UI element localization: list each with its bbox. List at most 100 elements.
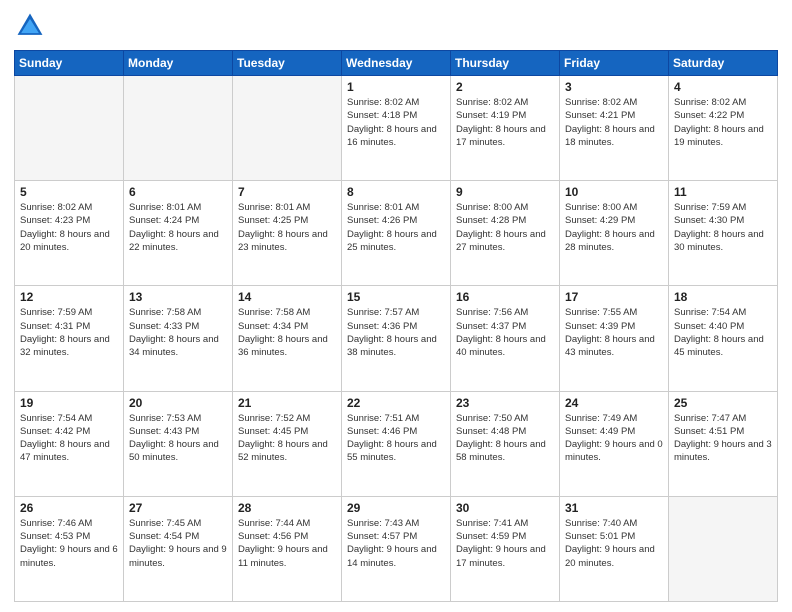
day-number: 21 [238,396,336,410]
calendar-cell: 11 Sunrise: 7:59 AM Sunset: 4:30 PM Dayli… [669,181,778,286]
day-info: Sunrise: 7:55 AM Sunset: 4:39 PM Dayligh… [565,306,663,359]
day-number: 8 [347,185,445,199]
day-info: Sunrise: 8:02 AM Sunset: 4:23 PM Dayligh… [20,201,118,254]
day-info: Sunrise: 7:50 AM Sunset: 4:48 PM Dayligh… [456,412,554,465]
calendar-cell: 2Sunrise: 8:02 AM Sunset: 4:19 PM Daylig… [451,76,560,181]
day-number: 28 [238,501,336,515]
calendar-cell: 20 Sunrise: 7:53 AM Sunset: 4:43 PM Dayli… [124,391,233,496]
day-info: Sunrise: 8:02 AM Sunset: 4:22 PM Dayligh… [674,96,772,149]
day-info: Sunrise: 7:56 AM Sunset: 4:37 PM Dayligh… [456,306,554,359]
calendar-cell: 9Sunrise: 8:00 AM Sunset: 4:28 PM Daylig… [451,181,560,286]
calendar-cell: 26Sunrise: 7:46 AM Sunset: 4:53 PM Dayli… [15,496,124,601]
calendar-cell: 30Sunrise: 7:41 AM Sunset: 4:59 PM Dayli… [451,496,560,601]
day-number: 22 [347,396,445,410]
calendar-cell: 10 Sunrise: 8:00 AM Sunset: 4:29 PM Dayli… [560,181,669,286]
calendar-cell: 1 Sunrise: 8:02 AM Sunset: 4:18 PM Daylig… [342,76,451,181]
day-info: Sunrise: 7:51 AM Sunset: 4:46 PM Dayligh… [347,412,445,465]
day-info: Sunrise: 7:58 AM Sunset: 4:33 PM Dayligh… [129,306,227,359]
weekday-wednesday: Wednesday [342,51,451,76]
day-number: 12 [20,290,118,304]
calendar-cell: 12 Sunrise: 7:59 AM Sunset: 4:31 PM Dayli… [15,286,124,391]
day-number: 7 [238,185,336,199]
calendar-cell [124,76,233,181]
day-info: Sunrise: 7:59 AM Sunset: 4:30 PM Dayligh… [674,201,772,254]
day-info: Sunrise: 7:54 AM Sunset: 4:42 PM Dayligh… [20,412,118,465]
day-info: Sunrise: 7:52 AM Sunset: 4:45 PM Dayligh… [238,412,336,465]
calendar-cell: 25Sunrise: 7:47 AM Sunset: 4:51 PM Dayli… [669,391,778,496]
calendar-cell: 18 Sunrise: 7:54 AM Sunset: 4:40 PM Dayli… [669,286,778,391]
calendar-cell: 8 Sunrise: 8:01 AM Sunset: 4:26 PM Daylig… [342,181,451,286]
calendar-cell [15,76,124,181]
day-info: Sunrise: 8:02 AM Sunset: 4:18 PM Dayligh… [347,96,445,149]
calendar-cell [669,496,778,601]
calendar-week-2: 12 Sunrise: 7:59 AM Sunset: 4:31 PM Dayli… [15,286,778,391]
calendar-cell: 29Sunrise: 7:43 AM Sunset: 4:57 PM Dayli… [342,496,451,601]
weekday-monday: Monday [124,51,233,76]
day-number: 6 [129,185,227,199]
day-number: 13 [129,290,227,304]
day-number: 19 [20,396,118,410]
calendar-cell: 22 Sunrise: 7:51 AM Sunset: 4:46 PM Dayli… [342,391,451,496]
calendar-cell: 28 Sunrise: 7:44 AM Sunset: 4:56 PM Dayli… [233,496,342,601]
calendar-cell: 27 Sunrise: 7:45 AM Sunset: 4:54 PM Dayli… [124,496,233,601]
calendar-header: SundayMondayTuesdayWednesdayThursdayFrid… [15,51,778,76]
day-number: 26 [20,501,118,515]
header [14,10,778,42]
day-info: Sunrise: 8:01 AM Sunset: 4:26 PM Dayligh… [347,201,445,254]
day-info: Sunrise: 7:53 AM Sunset: 4:43 PM Dayligh… [129,412,227,465]
day-info: Sunrise: 8:01 AM Sunset: 4:25 PM Dayligh… [238,201,336,254]
day-number: 20 [129,396,227,410]
weekday-friday: Friday [560,51,669,76]
calendar-cell: 31Sunrise: 7:40 AM Sunset: 5:01 PM Dayli… [560,496,669,601]
day-info: Sunrise: 8:01 AM Sunset: 4:24 PM Dayligh… [129,201,227,254]
calendar-week-4: 26Sunrise: 7:46 AM Sunset: 4:53 PM Dayli… [15,496,778,601]
weekday-sunday: Sunday [15,51,124,76]
day-info: Sunrise: 7:58 AM Sunset: 4:34 PM Dayligh… [238,306,336,359]
day-info: Sunrise: 7:47 AM Sunset: 4:51 PM Dayligh… [674,412,772,465]
calendar-cell: 14 Sunrise: 7:58 AM Sunset: 4:34 PM Dayli… [233,286,342,391]
day-info: Sunrise: 7:45 AM Sunset: 4:54 PM Dayligh… [129,517,227,570]
day-info: Sunrise: 7:44 AM Sunset: 4:56 PM Dayligh… [238,517,336,570]
calendar-cell: 24 Sunrise: 7:49 AM Sunset: 4:49 PM Dayli… [560,391,669,496]
day-info: Sunrise: 8:02 AM Sunset: 4:21 PM Dayligh… [565,96,663,149]
day-number: 18 [674,290,772,304]
day-number: 1 [347,80,445,94]
calendar-cell: 6 Sunrise: 8:01 AM Sunset: 4:24 PM Daylig… [124,181,233,286]
calendar-cell: 13 Sunrise: 7:58 AM Sunset: 4:33 PM Dayli… [124,286,233,391]
day-number: 9 [456,185,554,199]
day-number: 23 [456,396,554,410]
weekday-header-row: SundayMondayTuesdayWednesdayThursdayFrid… [15,51,778,76]
day-info: Sunrise: 8:02 AM Sunset: 4:19 PM Dayligh… [456,96,554,149]
calendar-cell: 19 Sunrise: 7:54 AM Sunset: 4:42 PM Dayli… [15,391,124,496]
page: SundayMondayTuesdayWednesdayThursdayFrid… [0,0,792,612]
day-number: 14 [238,290,336,304]
day-number: 4 [674,80,772,94]
calendar-week-1: 5Sunrise: 8:02 AM Sunset: 4:23 PM Daylig… [15,181,778,286]
day-number: 24 [565,396,663,410]
weekday-tuesday: Tuesday [233,51,342,76]
calendar-cell: 17 Sunrise: 7:55 AM Sunset: 4:39 PM Dayli… [560,286,669,391]
logo-icon [14,10,46,42]
day-info: Sunrise: 7:54 AM Sunset: 4:40 PM Dayligh… [674,306,772,359]
calendar-cell: 5Sunrise: 8:02 AM Sunset: 4:23 PM Daylig… [15,181,124,286]
day-info: Sunrise: 8:00 AM Sunset: 4:29 PM Dayligh… [565,201,663,254]
calendar-table: SundayMondayTuesdayWednesdayThursdayFrid… [14,50,778,602]
day-number: 15 [347,290,445,304]
calendar-cell: 3Sunrise: 8:02 AM Sunset: 4:21 PM Daylig… [560,76,669,181]
day-number: 11 [674,185,772,199]
calendar-cell: 23 Sunrise: 7:50 AM Sunset: 4:48 PM Dayli… [451,391,560,496]
day-number: 17 [565,290,663,304]
calendar-week-3: 19 Sunrise: 7:54 AM Sunset: 4:42 PM Dayli… [15,391,778,496]
calendar-body: 1 Sunrise: 8:02 AM Sunset: 4:18 PM Daylig… [15,76,778,602]
day-info: Sunrise: 7:43 AM Sunset: 4:57 PM Dayligh… [347,517,445,570]
calendar-cell [233,76,342,181]
day-number: 31 [565,501,663,515]
calendar-cell: 21 Sunrise: 7:52 AM Sunset: 4:45 PM Dayli… [233,391,342,496]
calendar-cell: 16 Sunrise: 7:56 AM Sunset: 4:37 PM Dayli… [451,286,560,391]
day-number: 27 [129,501,227,515]
day-info: Sunrise: 7:49 AM Sunset: 4:49 PM Dayligh… [565,412,663,465]
weekday-thursday: Thursday [451,51,560,76]
day-info: Sunrise: 7:59 AM Sunset: 4:31 PM Dayligh… [20,306,118,359]
day-number: 16 [456,290,554,304]
day-number: 10 [565,185,663,199]
